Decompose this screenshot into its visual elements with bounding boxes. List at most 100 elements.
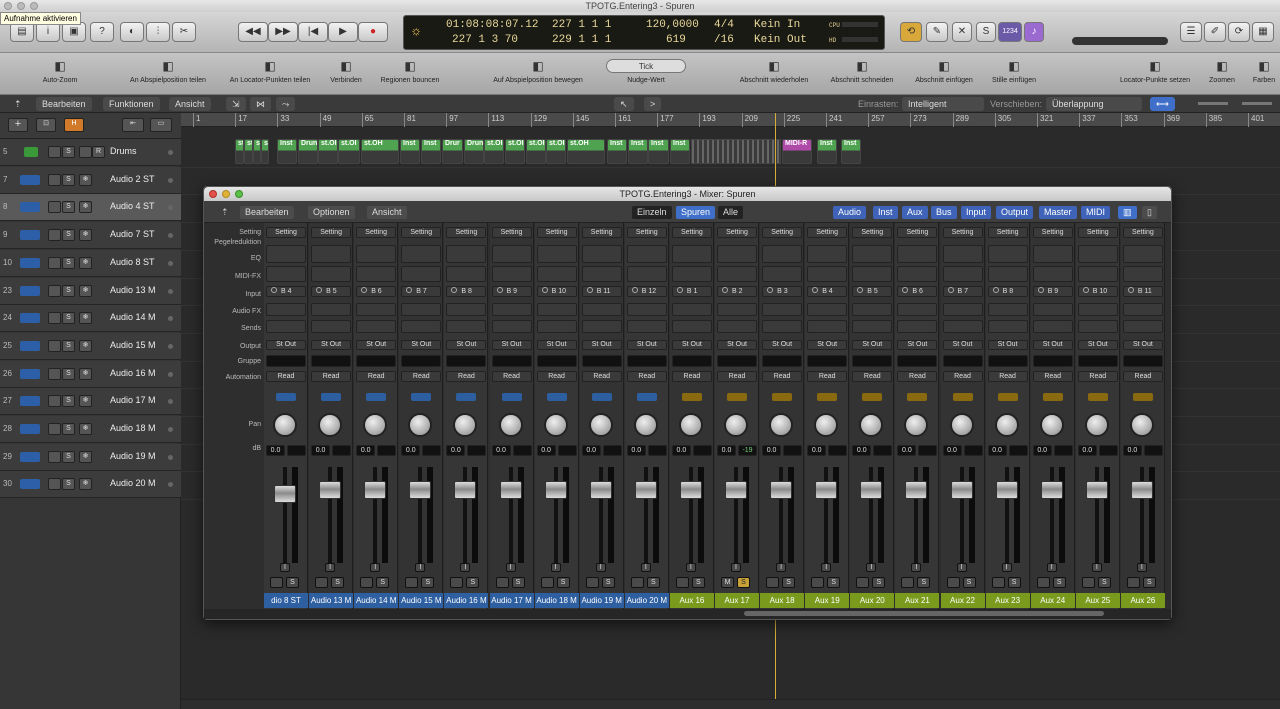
setting-button[interactable]: Setting [1032,227,1073,238]
sends-slot[interactable] [446,320,487,333]
volume-fader[interactable] [950,481,973,499]
midifx-slot[interactable] [536,266,577,282]
region[interactable]: st.OI [526,139,546,164]
pan-knob[interactable] [724,413,748,437]
mute-button[interactable] [48,146,61,158]
solo-button[interactable]: S [62,201,75,214]
volume-fader[interactable] [815,481,838,499]
solo-button[interactable]: S [466,577,480,588]
solo-button[interactable]: S [62,423,75,435]
setting-button[interactable]: Setting [987,227,1028,238]
solo-button[interactable]: S [62,450,75,463]
solo-button[interactable]: S [62,229,75,242]
midifx-slot[interactable] [852,266,893,282]
input-monitor-button[interactable]: I [731,563,741,572]
sends-slot[interactable] [987,320,1028,333]
mute-button[interactable] [48,395,61,408]
region[interactable]: Inst [400,139,420,164]
audiofx-slot[interactable] [311,303,352,316]
mute-button[interactable] [48,284,61,297]
output-slot[interactable]: St Out [1122,340,1163,350]
snap-select[interactable]: Intelligent [902,97,984,111]
solo-button[interactable]: S [62,312,75,325]
sends-slot[interactable] [311,320,352,333]
group-slot[interactable] [311,355,352,367]
pan-knob[interactable] [633,413,658,437]
loop-browser-icon[interactable]: ⟳ [1228,22,1250,42]
eq-display[interactable] [266,245,306,263]
output-slot[interactable]: St Out [1077,340,1118,350]
input-monitor-button[interactable]: I [640,563,651,572]
catch-icon[interactable]: ⇲ [226,97,246,111]
region-waveform[interactable] [691,139,781,164]
volume-readout[interactable]: 0.0 [626,445,646,456]
group-slot[interactable] [401,355,442,367]
volume-fader[interactable] [544,481,567,499]
track-row[interactable]: 25 S ❄ Audio 15 M [0,332,181,360]
solo-button[interactable]: S [601,577,615,588]
pan-knob[interactable] [814,413,839,437]
input-slot[interactable]: B 9 [1032,286,1073,297]
sends-slot[interactable] [401,320,442,333]
setting-button[interactable]: Setting [266,227,306,238]
add-folder-icon[interactable]: ⊡ [36,118,56,132]
eq-display[interactable] [311,245,352,263]
input-slot[interactable]: B 11 [1122,286,1163,297]
track-row[interactable]: 24 S ❄ Audio 14 M [0,305,181,333]
solo-button[interactable]: S [782,577,796,588]
mute-button[interactable] [48,423,61,435]
mixer-view-menu[interactable]: Ansicht [367,206,407,219]
mute-button[interactable] [630,577,644,588]
mute-button[interactable] [315,577,329,588]
sends-slot[interactable] [1032,320,1073,333]
volume-fader[interactable] [679,481,702,499]
pan-knob[interactable] [408,413,433,437]
input-slot[interactable]: B 1 [671,286,712,297]
strip-name[interactable]: Audio 15 M [399,593,444,608]
mute-button[interactable] [540,577,554,588]
strip-name[interactable]: Audio 20 M [624,593,669,608]
mute-button[interactable] [405,577,419,588]
sends-slot[interactable] [762,320,803,333]
midifx-slot[interactable] [717,266,757,282]
eq-display[interactable] [807,245,848,263]
horizontal-scrollbar[interactable] [181,699,1280,709]
metronome-icon[interactable]: ♪ [1024,22,1044,42]
midifx-slot[interactable] [1032,266,1073,282]
freeze-icon[interactable]: ❄ [79,229,92,242]
pan-knob[interactable] [273,413,297,437]
volume-fader[interactable] [1040,481,1063,499]
mute-button[interactable] [48,450,61,463]
eq-display[interactable] [356,245,397,263]
group-slot[interactable] [942,355,983,367]
input-slot[interactable]: B 4 [807,286,848,297]
output-slot[interactable]: St Out [942,340,983,350]
strip-name[interactable]: Aux 22 [940,593,985,608]
volume-readout[interactable]: 0.0 [356,445,376,456]
notepad-icon[interactable]: ✐ [1204,22,1226,42]
secondary-tool-icon[interactable]: > [644,97,662,111]
editors-icon[interactable]: ✂ [172,22,196,42]
eq-display[interactable] [762,245,803,263]
region[interactable]: Inst [817,139,837,164]
audiofx-slot[interactable] [1122,303,1163,316]
group-slot[interactable] [356,355,397,367]
region[interactable]: st [253,139,261,164]
pan-knob[interactable] [904,413,929,437]
group-slot[interactable] [626,355,667,367]
input-slot[interactable]: B 5 [852,286,893,297]
output-slot[interactable]: St Out [762,340,803,350]
automation-mode[interactable]: Read [581,371,622,382]
list-editors-icon[interactable]: ☰ [1180,22,1202,42]
group-slot[interactable] [762,355,803,367]
solo-button[interactable]: S [331,577,345,588]
collapse-icon[interactable]: ▭ [150,118,172,132]
mute-button[interactable] [48,478,61,491]
volume-fader[interactable] [634,481,657,499]
setting-button[interactable]: Setting [897,227,938,238]
midifx-slot[interactable] [491,266,532,282]
pan-knob[interactable] [1129,413,1154,437]
output-slot[interactable]: St Out [446,340,487,350]
mixer-minimize-icon[interactable] [222,190,230,198]
volume-fader[interactable] [860,481,883,499]
